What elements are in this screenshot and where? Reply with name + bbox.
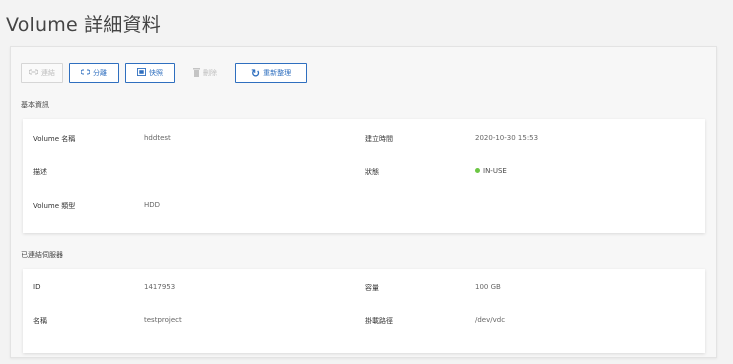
trash-icon (193, 67, 200, 79)
refresh-button[interactable]: ↻ 重新整理 (235, 63, 307, 83)
snapshot-icon (137, 68, 146, 78)
server-name-value: testproject (144, 316, 182, 324)
detach-button[interactable]: 分離 (69, 63, 119, 83)
refresh-icon: ↻ (250, 66, 261, 80)
connect-button[interactable]: 連結 (21, 63, 63, 83)
page-title: Volume 詳細資料 (6, 14, 161, 36)
info-row: ID 1417953 容量 100 GB (23, 283, 705, 295)
status-dot-icon (475, 167, 480, 173)
basic-info-section-title: 基本資訊 (21, 101, 49, 109)
info-row: 名稱 testproject 掛載路徑 /dev/vdc (23, 316, 705, 328)
capacity-value: 100 GB (475, 283, 501, 291)
delete-button[interactable]: 刪除 (181, 63, 229, 83)
status-value: IN-USE (483, 167, 507, 175)
volume-type-label: Volume 類型 (33, 202, 76, 210)
id-label: ID (33, 283, 41, 291)
status-badge: IN-USE (475, 167, 507, 175)
volume-type-value: HDD (144, 201, 161, 209)
basic-info-card: Volume 名稱 hddtest 建立時間 2020-10-30 15:53 … (23, 119, 705, 233)
detach-button-label: 分離 (93, 69, 107, 77)
mount-path-value: /dev/vdc (475, 316, 506, 324)
link-icon (28, 69, 39, 77)
connect-button-label: 連結 (41, 69, 55, 77)
info-row: 描述 狀態 IN-USE (23, 167, 705, 179)
snapshot-button-label: 快照 (149, 69, 163, 77)
attached-section-title: 已連結伺服器 (21, 251, 63, 259)
refresh-button-label: 重新整理 (263, 69, 292, 77)
created-time-label: 建立時間 (365, 135, 393, 143)
volume-name-value: hddtest (144, 134, 171, 142)
info-row: Volume 名稱 hddtest 建立時間 2020-10-30 15:53 (23, 134, 705, 146)
status-label: 狀態 (365, 168, 379, 176)
attached-server-card: ID 1417953 容量 100 GB 名稱 testproject 掛載路徑… (23, 269, 705, 353)
mount-path-label: 掛載路徑 (365, 317, 393, 325)
action-toolbar: 連結 分離 快照 刪除 ↻ 重新整理 (21, 63, 307, 83)
delete-button-label: 刪除 (203, 69, 217, 77)
server-name-label: 名稱 (33, 317, 47, 325)
description-label: 描述 (33, 168, 47, 176)
volume-name-label: Volume 名稱 (33, 135, 76, 143)
created-time-value: 2020-10-30 15:53 (475, 134, 539, 142)
volume-detail-panel: 連結 分離 快照 刪除 ↻ 重新整理 基本資訊 Volume 名稱 hddtes… (10, 46, 717, 358)
capacity-label: 容量 (365, 284, 379, 292)
unlink-icon (80, 69, 91, 77)
id-value: 1417953 (144, 283, 176, 291)
snapshot-button[interactable]: 快照 (125, 63, 175, 83)
info-row: Volume 類型 HDD (23, 201, 705, 213)
